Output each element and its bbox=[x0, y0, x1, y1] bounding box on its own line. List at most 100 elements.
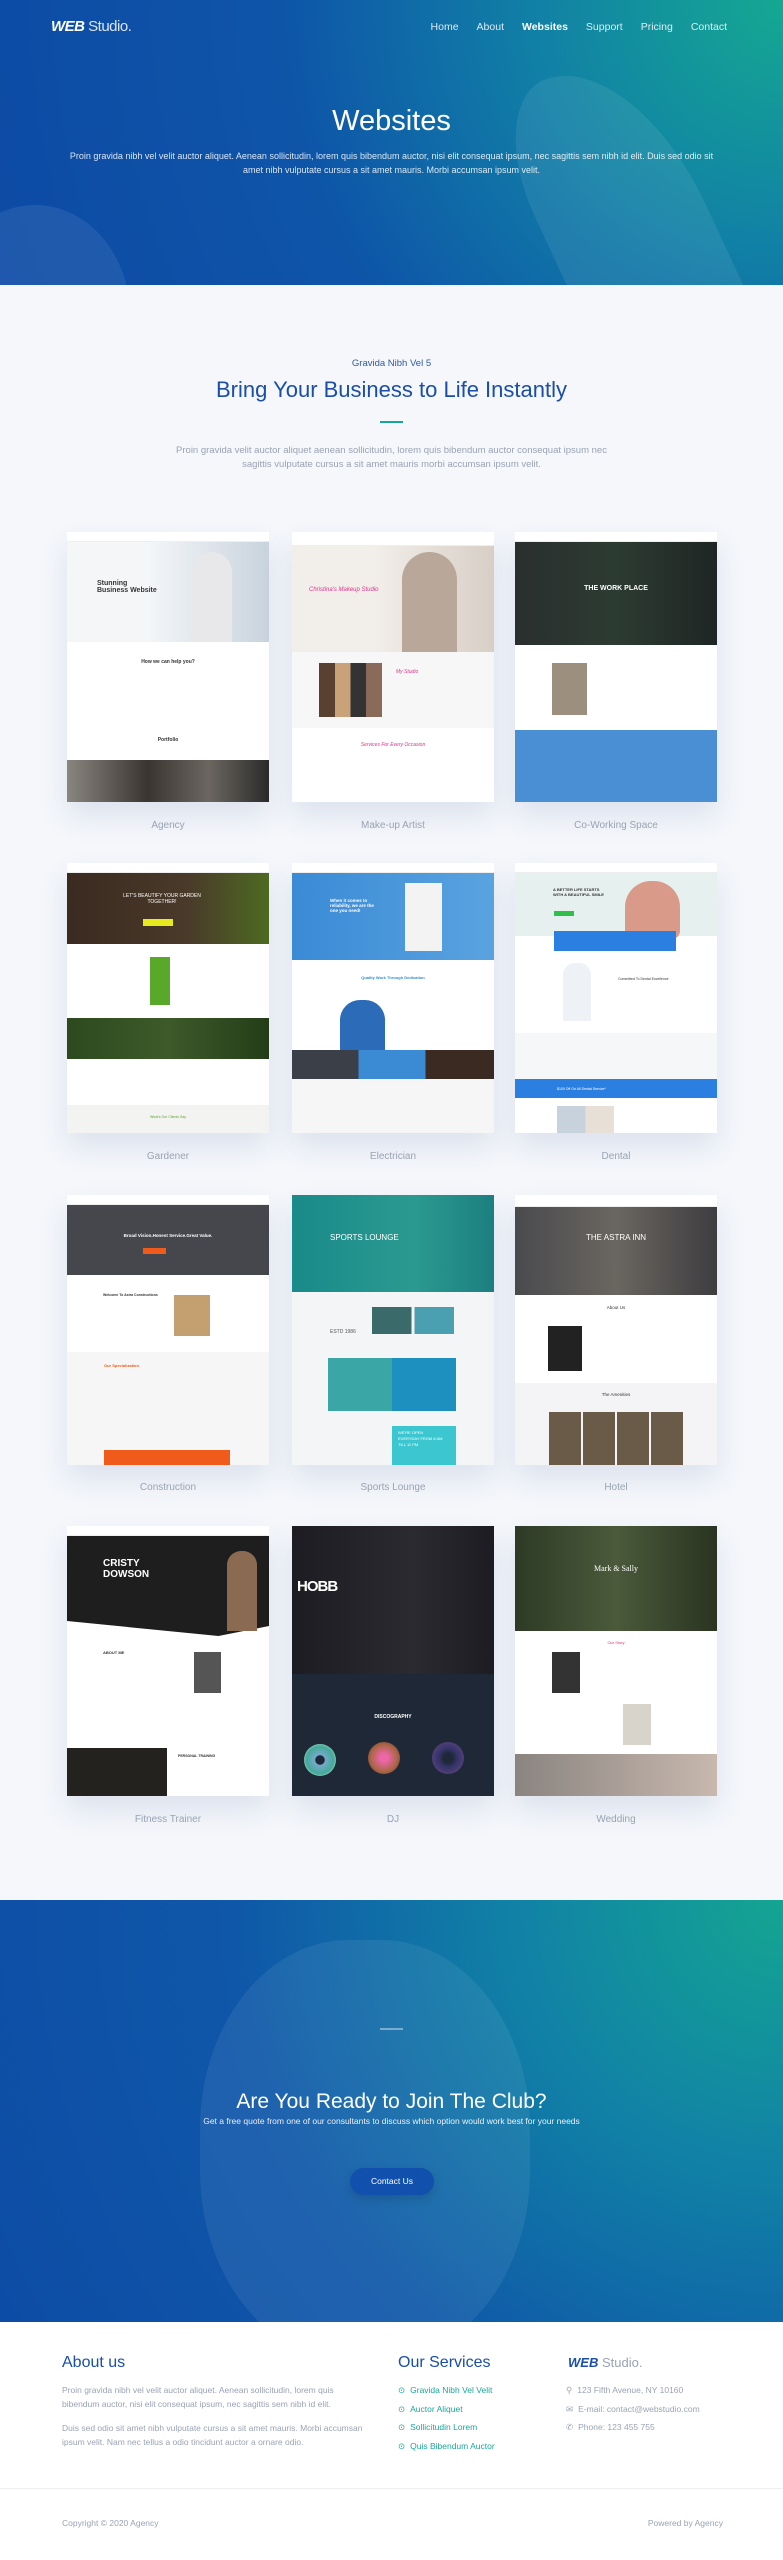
contact-us-button[interactable]: Contact Us bbox=[350, 2168, 434, 2195]
thumb-flowers bbox=[67, 1018, 269, 1059]
nav-home[interactable]: Home bbox=[431, 21, 459, 33]
thumb-headline: SPORTS LOUNGE bbox=[330, 1233, 399, 1242]
thumb-text: ESTD 1986 bbox=[330, 1329, 356, 1335]
template-card-co-working-space[interactable]: THE WORK PLACE bbox=[515, 532, 717, 802]
thumb-offer-band bbox=[515, 1079, 717, 1098]
thumb-green-box bbox=[150, 957, 170, 1005]
template-label: Construction bbox=[139, 1482, 197, 1493]
thumb-navbar bbox=[292, 863, 494, 873]
thumb-orange-band bbox=[104, 1450, 230, 1465]
template-card-makeup-artist[interactable]: Christina's Makeup Studio My Studio Serv… bbox=[292, 532, 494, 802]
thumb-workers-image bbox=[340, 1000, 385, 1050]
thumb-text: Quality Work Through Dedication bbox=[361, 975, 425, 980]
service-link[interactable]: ⊙ Sollicitudin Lorem bbox=[398, 2418, 495, 2437]
thumb-text: $100 Off On All Dental Service* bbox=[557, 1087, 606, 1091]
thumb-photo-grid bbox=[549, 1412, 683, 1465]
thumb-specialization bbox=[67, 1352, 269, 1465]
decorative-shape bbox=[200, 1940, 530, 2322]
thumb-dark-block bbox=[67, 1748, 167, 1796]
thumb-image bbox=[552, 1652, 580, 1693]
thumb-text: ABOUT ME bbox=[103, 1650, 125, 1655]
template-label: Electrician bbox=[369, 1151, 417, 1162]
thumb-text: Our Specialization bbox=[104, 1363, 139, 1368]
thumb-text: Services For Every Occasion bbox=[360, 742, 426, 748]
thumb-navbar bbox=[515, 863, 717, 873]
thumb-album bbox=[432, 1742, 464, 1774]
phone[interactable]: Phone: 123 455 755 bbox=[578, 2422, 655, 2432]
section-intro: Proin gravida velit auctor aliquet aenea… bbox=[176, 445, 607, 470]
template-label: Co-Working Space bbox=[574, 820, 658, 831]
section-title: Bring Your Business to Life Instantly bbox=[216, 377, 567, 402]
thumb-person-image bbox=[227, 1551, 257, 1631]
service-link[interactable]: ⊙ Auctor Aliquet bbox=[398, 2400, 495, 2419]
template-card-gardener[interactable]: LET'S BEAUTIFY YOUR GARDEN TOGETHER! Wha… bbox=[67, 863, 269, 1133]
template-card-electrician[interactable]: When it comes to reliability, we are the… bbox=[292, 863, 494, 1133]
thumb-image-grid bbox=[328, 1358, 456, 1411]
service-link[interactable]: ⊙ Gravida Nibh Vel Velit bbox=[398, 2381, 495, 2400]
thumb-headline: THE ASTRA INN bbox=[585, 1233, 646, 1242]
thumb-headline: Stunning Business Website bbox=[97, 580, 157, 594]
thumb-image bbox=[552, 663, 587, 715]
thumb-headline: THE WORK PLACE bbox=[584, 585, 648, 592]
circle-dot-icon: ⊙ bbox=[398, 2422, 406, 2432]
about-text: Proin gravida nibh vel velit auctor aliq… bbox=[62, 2385, 334, 2409]
template-card-fitness-trainer[interactable]: CRISTY DOWSON ABOUT ME PERSONAL TRAINING bbox=[67, 1526, 269, 1796]
thumb-hero bbox=[515, 1526, 717, 1631]
footer: About us Proin gravida nibh vel velit au… bbox=[0, 2322, 783, 2560]
hero-description: Proin gravida nibh vel velit auctor aliq… bbox=[69, 151, 714, 175]
thumb-headline: When it comes to reliability, we are the… bbox=[330, 898, 374, 913]
thumb-doctor-image bbox=[563, 963, 591, 1021]
email[interactable]: E-mail: contact@webstudio.com bbox=[578, 2404, 700, 2414]
thumb-navbar bbox=[292, 532, 494, 546]
footer-divider bbox=[0, 2488, 783, 2489]
template-label: Gardener bbox=[146, 1151, 190, 1162]
thumb-button bbox=[554, 911, 574, 916]
powered-by: Powered by Agency bbox=[647, 2518, 723, 2528]
circle-dot-icon: ⊙ bbox=[398, 2403, 406, 2414]
template-card-agency[interactable]: Stunning Business Website How we can hel… bbox=[67, 532, 269, 802]
thumb-testimonials bbox=[67, 1105, 269, 1133]
thumb-hero bbox=[515, 1207, 717, 1295]
nav-support[interactable]: Support bbox=[586, 21, 623, 33]
thumb-text: Committed To Dental Excellence bbox=[618, 977, 669, 981]
thumb-hero bbox=[67, 873, 269, 944]
template-card-wedding[interactable]: Mark & Sally Our Story bbox=[515, 1526, 717, 1796]
template-card-hotel[interactable]: THE ASTRA INN About Us The Amenities bbox=[515, 1195, 717, 1465]
template-label: DJ bbox=[386, 1814, 400, 1825]
thumb-text: About Us bbox=[606, 1305, 626, 1310]
circle-dot-icon: ⊙ bbox=[398, 2440, 406, 2451]
thumb-text: PERSONAL TRAINING bbox=[178, 1754, 216, 1758]
template-card-dental[interactable]: A BETTER LIFE STARTS WITH A BEAUTIFUL SM… bbox=[515, 863, 717, 1133]
thumb-text: How we can help you? bbox=[141, 659, 195, 665]
template-label: Wedding bbox=[596, 1814, 636, 1825]
section-kicker: Gravida Nibh Vel 5 bbox=[351, 358, 432, 369]
thumb-text: DISCOGRAPHY bbox=[374, 1714, 412, 1720]
nav-websites[interactable]: Websites bbox=[522, 21, 568, 33]
thumb-image bbox=[372, 1307, 454, 1334]
thumb-schedule bbox=[515, 1033, 717, 1079]
thumb-hero bbox=[67, 1205, 269, 1275]
thumb-hero bbox=[515, 873, 717, 936]
nav-contact[interactable]: Contact bbox=[691, 21, 727, 33]
thumb-headline: Broad Vision.Honest Service.Great Value. bbox=[123, 1233, 213, 1238]
thumb-navbar bbox=[67, 863, 269, 873]
services-list: ⊙ Gravida Nibh Vel Velit ⊙ Auctor Aliquet … bbox=[398, 2381, 495, 2455]
nav-pricing[interactable]: Pricing bbox=[641, 21, 673, 33]
template-card-sports-lounge[interactable]: SPORTS LOUNGE ESTD 1986 WE'RE OPEN EVERY… bbox=[292, 1195, 494, 1465]
service-link[interactable]: ⊙ Quis Bibendum Auctor bbox=[398, 2437, 495, 2456]
page-title: Websites bbox=[332, 105, 451, 137]
copyright: Copyright © 2020 Agency bbox=[62, 2518, 159, 2528]
thumb-hero bbox=[292, 1526, 494, 1674]
thumb-navbar bbox=[67, 1526, 269, 1536]
logo[interactable]: WEB Studio. bbox=[51, 18, 132, 35]
thumb-navbar bbox=[515, 532, 717, 542]
envelope-icon: ✉ bbox=[566, 2403, 574, 2414]
template-card-construction[interactable]: Broad Vision.Honest Service.Great Value.… bbox=[67, 1195, 269, 1465]
thumb-headline: HOBB bbox=[297, 1578, 338, 1595]
template-card-dj[interactable]: HOBB DISCOGRAPHY bbox=[292, 1526, 494, 1796]
nav-about[interactable]: About bbox=[477, 21, 504, 33]
thumb-headline: LET'S BEAUTIFY YOUR GARDEN TOGETHER! bbox=[123, 893, 201, 905]
thumb-button bbox=[143, 1248, 166, 1254]
thumb-discography bbox=[292, 1674, 494, 1796]
template-label: Fitness Trainer bbox=[134, 1814, 202, 1825]
